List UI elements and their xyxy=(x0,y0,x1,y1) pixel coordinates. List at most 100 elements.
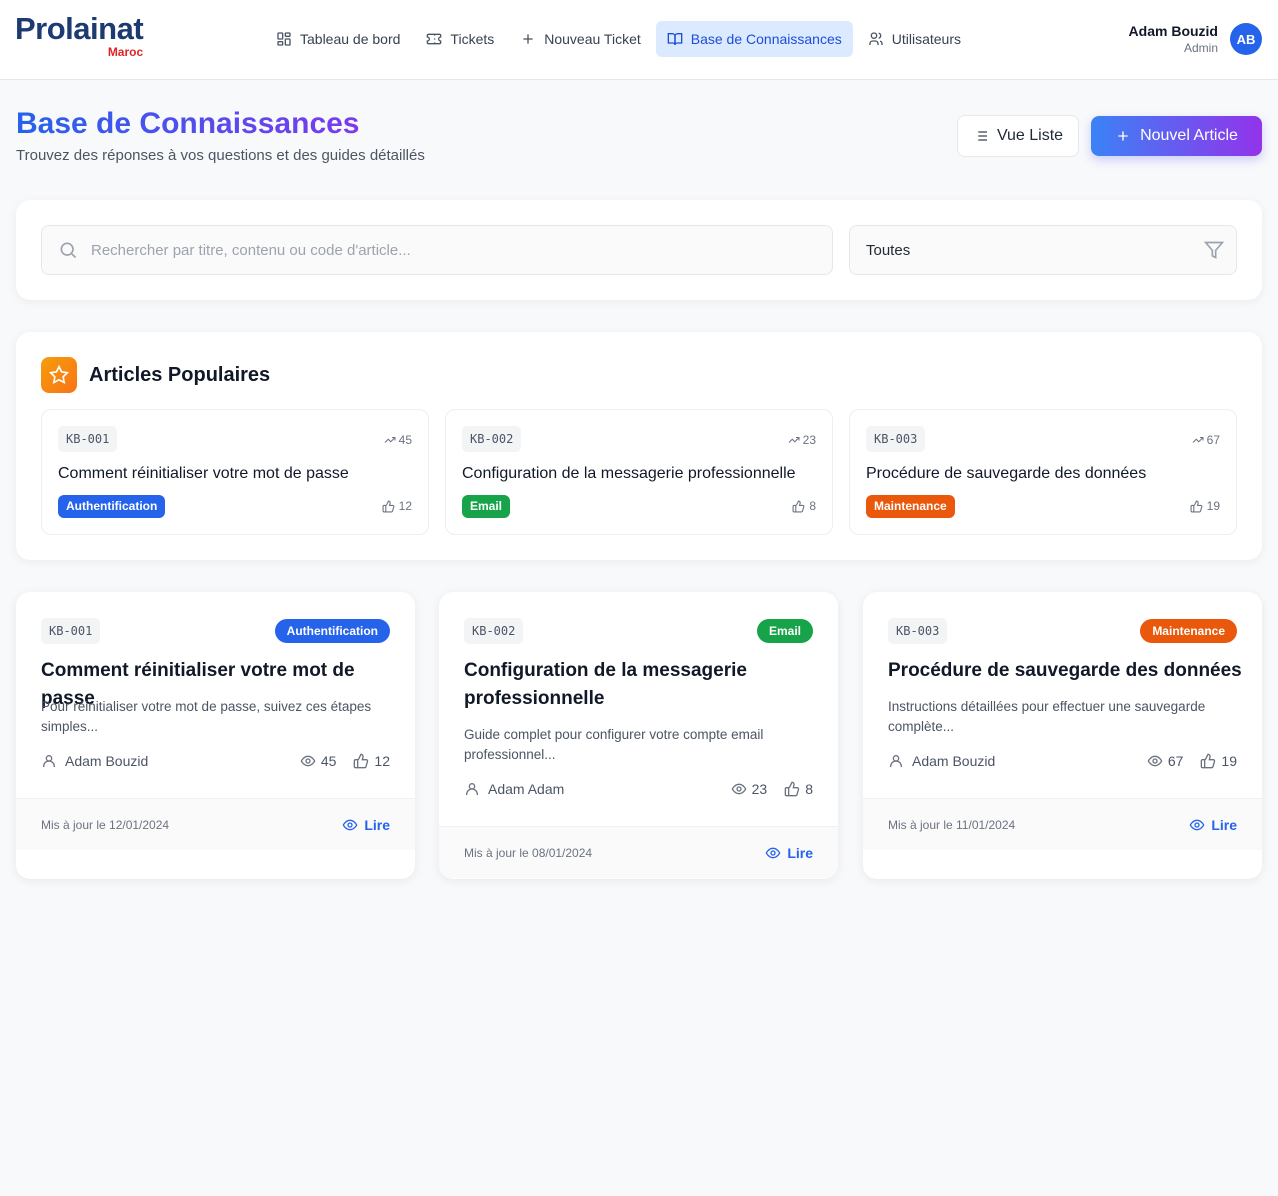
search-icon xyxy=(60,242,77,259)
popular-card[interactable]: KB-003 67 Procédure de sauvegarde des do… xyxy=(849,409,1237,535)
category-badge: Maintenance xyxy=(866,495,955,518)
category-badge: Maintenance xyxy=(1140,619,1237,643)
likes-value: 8 xyxy=(805,781,813,797)
logo[interactable]: Prolainat Maroc xyxy=(15,11,144,60)
article-card[interactable]: KB-001 Authentification Comment réinitia… xyxy=(16,592,415,879)
article-code: KB-003 xyxy=(888,618,948,644)
eye-icon xyxy=(765,847,781,858)
grid-icon xyxy=(277,32,291,46)
category-badge: Email xyxy=(462,495,511,518)
article-title[interactable]: Configuration de la messagerie professio… xyxy=(464,657,764,713)
eye-icon xyxy=(342,819,358,830)
author-name: Adam Bouzid xyxy=(65,753,149,769)
eye-icon xyxy=(731,783,747,795)
filter-icon xyxy=(1204,241,1224,259)
user-icon xyxy=(890,755,902,767)
likes-stat: 19 xyxy=(1200,753,1237,769)
popular-card[interactable]: KB-001 45 Comment réinitialiser votre mo… xyxy=(41,409,429,535)
nav-item-dashboard[interactable]: Tableau de bord xyxy=(265,21,411,57)
user-info: Adam Bouzid Admin xyxy=(1129,22,1218,56)
trend-stat: 23 xyxy=(788,433,816,447)
read-link[interactable]: Lire xyxy=(1189,817,1237,833)
article-meta: Adam Bouzid 67 19 xyxy=(888,753,1237,769)
article-meta: Adam Bouzid 45 12 xyxy=(41,753,390,769)
popular-article-title[interactable]: Configuration de la messagerie professio… xyxy=(462,465,796,483)
article-card[interactable]: KB-003 Maintenance Procédure de sauvegar… xyxy=(863,592,1262,879)
article-meta: Adam Adam 23 8 xyxy=(464,781,813,797)
author-name: Adam Adam xyxy=(488,781,565,797)
list-icon xyxy=(974,131,987,141)
nav-label: Utilisateurs xyxy=(891,31,961,47)
user-name: Adam Bouzid xyxy=(1128,23,1218,39)
article-title[interactable]: Procédure de sauvegarde des données xyxy=(888,657,1243,685)
book-icon xyxy=(667,33,683,46)
read-label: Lire xyxy=(364,816,390,833)
article-code: KB-002 xyxy=(464,618,524,644)
eye-icon xyxy=(300,755,316,767)
read-link[interactable]: Lire xyxy=(765,845,813,861)
search-panel: Toutes xyxy=(16,200,1262,300)
article-footer: Mis à jour le 08/01/2024 Lire xyxy=(439,826,838,878)
star-icon xyxy=(41,357,77,393)
read-link[interactable]: Lire xyxy=(342,817,390,833)
likes-value: 19 xyxy=(1221,753,1237,769)
nav-item-tickets[interactable]: Tickets xyxy=(415,21,505,57)
article-code: KB-002 xyxy=(462,426,522,452)
category-badge: Email xyxy=(756,619,813,643)
category-badge: Authentification xyxy=(274,619,390,643)
trending-up-icon xyxy=(788,437,800,443)
new-article-button[interactable]: Nouvel Article xyxy=(1091,116,1262,156)
nav-item-new-ticket[interactable]: Nouveau Ticket xyxy=(509,21,652,57)
search-field[interactable] xyxy=(41,225,833,275)
user-icon xyxy=(466,783,478,795)
logo-text: Prolainat xyxy=(15,11,144,46)
views-stat: 23 xyxy=(731,781,767,797)
article-excerpt: Pour réinitialiser votre mot de passe, s… xyxy=(41,699,372,734)
nav-label: Tickets xyxy=(450,31,495,47)
read-label: Lire xyxy=(1211,816,1237,833)
thumbs-up-icon xyxy=(1201,753,1216,769)
trend-value: 67 xyxy=(1206,433,1220,447)
users-icon xyxy=(869,32,883,45)
main-nav: Tableau de bord Tickets Nouveau Ticket B… xyxy=(265,21,972,57)
article-stats: 23 8 xyxy=(722,781,813,797)
page-title: Base de Connaissances xyxy=(16,104,360,144)
article-stats: 67 19 xyxy=(1138,753,1237,769)
likes-value: 8 xyxy=(809,499,816,513)
trending-up-icon xyxy=(384,437,396,443)
thumbs-up-icon xyxy=(784,781,800,797)
article-footer: Mis à jour le 11/01/2024 Lire xyxy=(863,798,1262,850)
popular-article-title[interactable]: Procédure de sauvegarde des données xyxy=(866,465,1146,483)
article-code: KB-001 xyxy=(58,426,118,452)
trend-stat: 45 xyxy=(384,433,412,447)
filter-selected-value: Toutes xyxy=(866,241,911,259)
nav-item-users[interactable]: Utilisateurs xyxy=(857,21,972,57)
popular-title: Articles Populaires xyxy=(89,363,271,386)
ticket-icon xyxy=(427,33,442,45)
search-input[interactable] xyxy=(91,241,791,259)
nav-label: Nouveau Ticket xyxy=(544,31,641,47)
thumbs-up-icon xyxy=(382,500,394,512)
popular-article-title[interactable]: Comment réinitialiser votre mot de passe xyxy=(58,465,349,483)
trend-value: 23 xyxy=(802,433,816,447)
category-filter-select[interactable]: Toutes xyxy=(849,225,1237,275)
user-menu[interactable]: Adam Bouzid Admin AB xyxy=(1129,22,1262,56)
plus-icon xyxy=(523,34,533,44)
likes-stat: 12 xyxy=(382,499,412,513)
list-view-button[interactable]: Vue Liste xyxy=(957,115,1079,157)
read-label: Lire xyxy=(787,844,813,861)
eye-icon xyxy=(1147,755,1163,767)
nav-item-knowledge-base[interactable]: Base de Connaissances xyxy=(655,21,853,57)
trending-up-icon xyxy=(1192,437,1204,443)
nav-label: Base de Connaissances xyxy=(690,31,842,47)
thumbs-up-icon xyxy=(792,500,805,512)
list-view-label: Vue Liste xyxy=(996,127,1064,144)
likes-value: 12 xyxy=(374,753,390,769)
thumbs-up-icon xyxy=(1190,500,1202,512)
article-card[interactable]: KB-002 Email Configuration de la message… xyxy=(439,592,838,879)
popular-card[interactable]: KB-002 23 Configuration de la messagerie… xyxy=(445,409,833,535)
article-footer: Mis à jour le 12/01/2024 Lire xyxy=(16,798,415,850)
avatar[interactable]: AB xyxy=(1230,23,1262,55)
updated-date: Mis à jour le 12/01/2024 xyxy=(41,817,170,832)
logo-subtext: Maroc xyxy=(107,45,144,59)
